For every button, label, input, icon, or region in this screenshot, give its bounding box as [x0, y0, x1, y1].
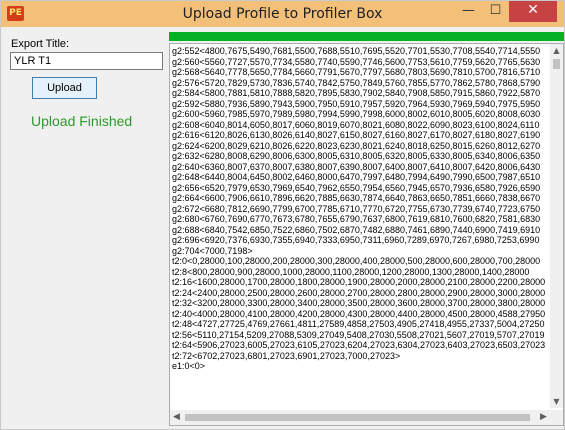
upload-progress-bar: [169, 32, 564, 41]
vertical-scrollbar[interactable]: ▲ ▼: [550, 44, 563, 408]
log-line: t2:0<0,28000,100,28000,200,28000,300,280…: [172, 256, 541, 266]
log-line: g2:640<6360,8007,6370,8007,6380,8007,639…: [172, 161, 541, 172]
log-line: g2:600<5960,7985,5970,7989,5980,7994,599…: [172, 109, 541, 119]
log-line: g2:688<6840,7542,6850,7522,6860,7502,687…: [172, 224, 541, 235]
log-line: g2:680<6760,7690,6770,7673,6780,7655,679…: [172, 214, 541, 224]
horizontal-scrollbar[interactable]: ◀ ▶: [170, 410, 550, 425]
vertical-scroll-thumb[interactable]: [553, 59, 560, 69]
log-line: g2:632<6280,8008,6290,8006,6300,8005,631…: [172, 151, 541, 161]
log-line: t2:32<3200,28000,3300,28000,3400,28000,3…: [172, 298, 546, 308]
upload-profile-window: PE Upload Profile to Profiler Box — ☐ ✕ …: [0, 0, 565, 430]
scroll-left-icon[interactable]: ◀: [170, 410, 183, 425]
log-line: g2:560<5560,7727,5570,7734,5580,7740,559…: [172, 56, 541, 67]
maximize-button[interactable]: ☐: [482, 1, 509, 22]
log-line: g2:552<4800,7675,5490,7681,5500,7688,551…: [172, 46, 541, 56]
log-line: g2:592<5880,7936,5890,7943,5900,7950,591…: [172, 98, 541, 109]
scroll-up-icon[interactable]: ▲: [550, 44, 563, 57]
log-line: g2:608<6040,8014,6050,8017,6060,8019,607…: [172, 119, 540, 130]
log-line: t2:16<1600,28000,1700,28000,1800,28000,1…: [172, 277, 546, 287]
scroll-right-icon[interactable]: ▶: [537, 410, 550, 425]
log-line: g2:696<6920,7376,6930,7355,6940,7333,695…: [172, 235, 540, 245]
log-line: t2:8<800,28000,900,28000,1000,28000,1100…: [172, 266, 530, 277]
log-line: g2:576<5720,7829,5730,7836,5740,7842,575…: [172, 77, 541, 88]
log-line: t2:72<6702,27023,6801,27023,6901,27023,7…: [172, 350, 401, 361]
log-line: t2:56<5110,27154,5209,27088,5309,27049,5…: [172, 329, 545, 340]
log-line: g2:568<5640,7778,5650,7784,5660,7791,567…: [172, 67, 541, 77]
log-line: e1:0<0>: [172, 361, 206, 371]
log-line: g2:616<6120,8026,6130,8026,6140,8027,615…: [172, 130, 541, 140]
export-panel: Export Title: Upload Upload Finished: [7, 35, 167, 425]
export-title-input[interactable]: [10, 52, 163, 70]
minimize-button[interactable]: —: [455, 1, 482, 22]
upload-log-textbox[interactable]: g2:552<4800,7675,5490,7681,5500,7688,551…: [169, 43, 564, 426]
log-line: t2:48<4727,27725,4769,27661,4811,27589,4…: [172, 319, 545, 329]
title-bar[interactable]: PE Upload Profile to Profiler Box — ☐ ✕: [1, 1, 564, 27]
log-line: g2:664<6600,7906,6610,7896,6620,7885,663…: [172, 193, 541, 203]
scroll-corner: [550, 410, 563, 425]
log-line: g2:648<6440,8004,6450,8002,6460,8000,647…: [172, 172, 541, 182]
export-title-label: Export Title:: [11, 38, 70, 50]
close-button[interactable]: ✕: [509, 1, 557, 22]
log-line: t2:40<4000,28000,4100,28000,4200,28000,4…: [172, 308, 546, 319]
log-line: t2:64<5906,27023,6005,27023,6105,27023,6…: [172, 340, 546, 350]
log-line: g2:656<6520,7979,6530,7969,6540,7962,655…: [172, 182, 541, 193]
horizontal-scroll-thumb[interactable]: [185, 414, 530, 421]
log-line: g2:704<7000,7198>: [172, 245, 253, 256]
log-line: g2:672<6680,7812,6690,7799,6700,7785,671…: [172, 203, 541, 214]
log-line: g2:584<5800,7881,5810,7888,5820,7895,583…: [172, 88, 541, 98]
upload-button[interactable]: Upload: [32, 77, 97, 99]
log-line: t2:24<2400,28000,2500,28000,2600,28000,2…: [172, 287, 546, 298]
scroll-down-icon[interactable]: ▼: [550, 395, 563, 408]
log-line: g2:624<6200,8029,6210,8026,6220,8023,623…: [172, 140, 541, 151]
upload-status-text: Upload Finished: [31, 113, 133, 129]
progress-bar-fill: [169, 32, 564, 41]
log-lines: g2:552<4800,7675,5490,7681,5500,7688,551…: [172, 46, 550, 408]
